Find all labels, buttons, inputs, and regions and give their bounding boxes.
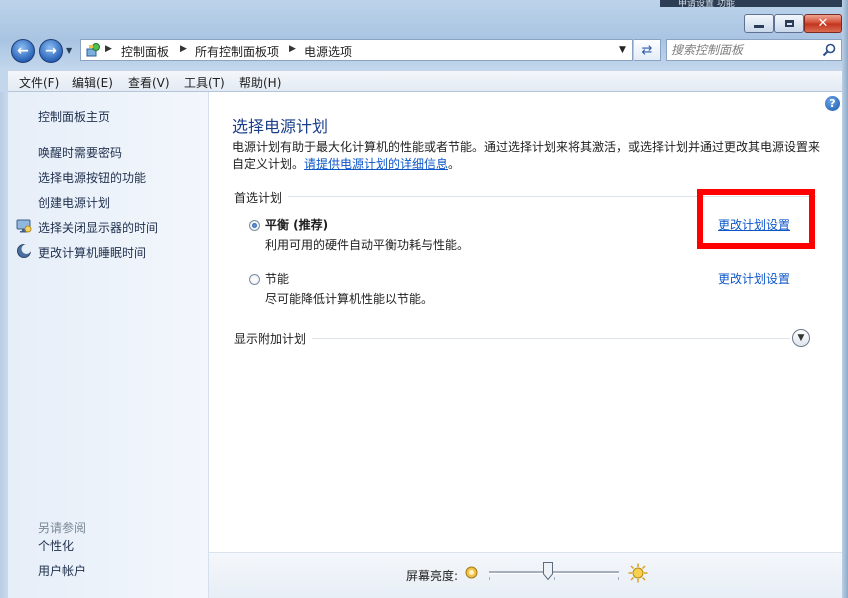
maximize-icon [784,20,794,27]
dim-sun-icon [465,566,478,579]
plan-power-saver-radio[interactable] [249,274,260,285]
page-title: 选择电源计划 [232,117,329,136]
plan-balanced-name[interactable]: 平衡 (推荐) [265,216,328,233]
minimize-button[interactable] [744,14,774,33]
sidebar-item-user-accounts[interactable]: 用户帐户 [38,562,86,579]
help-icon[interactable]: ? [825,96,840,111]
plan-power-saver-name[interactable]: 节能 [265,270,289,287]
recent-pages-dropdown[interactable]: ▼ [66,46,72,55]
expand-button[interactable]: ▼ [792,329,810,347]
control-panel-icon [86,43,100,57]
plan-balanced-desc: 利用可用的硬件自动平衡功耗与性能。 [265,238,470,252]
menu-file[interactable]: 文件(F) [19,74,59,91]
brightness-slider-track[interactable] [489,571,619,574]
brightness-bar: 屏幕亮度: [209,552,842,598]
maximize-button[interactable] [774,14,804,33]
preferred-plans-heading: 首选计划 [234,189,289,206]
sidebar-item-sleep-time[interactable]: 更改计算机睡眠时间 [38,244,146,261]
search-icon[interactable] [821,42,837,58]
refresh-button[interactable]: ⇄ [634,39,661,61]
refresh-icon: ⇄ [641,42,653,58]
forward-button[interactable]: → [39,39,63,63]
arrow-left-icon: ← [17,43,29,59]
see-also-heading: 另请参阅 [38,521,87,535]
menu-bar: 文件(F) 编辑(E) 查看(V) 工具(T) 帮助(H) [8,70,842,92]
search-box [666,39,842,61]
window-border-left [0,92,8,598]
brightness-label: 屏幕亮度: [406,569,459,583]
back-button[interactable]: ← [11,39,35,63]
monitor-icon [16,219,32,233]
plan-balanced-radio[interactable] [249,220,260,231]
section-divider [234,338,790,339]
menu-edit[interactable]: 编辑(E) [72,74,113,91]
plan-details-link[interactable]: 请提供电源计划的详细信息 [304,157,448,171]
search-input[interactable] [671,42,811,58]
additional-plans-heading[interactable]: 显示附加计划 [234,330,313,347]
moon-icon [17,244,32,258]
sidebar-item-personalization[interactable]: 个性化 [38,537,74,554]
plan-power-saver-settings-link[interactable]: 更改计划设置 [718,270,790,287]
plan-power-saver-desc: 尽可能降低计算机性能以节能。 [265,292,434,306]
sidebar-item-display-off-time[interactable]: 选择关闭显示器的时间 [38,219,158,236]
sidebar-item-wake-password[interactable]: 唤醒时需要密码 [38,144,122,161]
window-border-right [842,0,848,598]
close-icon: ✕ [817,16,829,31]
brightness-slider-thumb[interactable] [542,562,553,580]
minimize-icon [754,25,764,28]
menu-help[interactable]: 帮助(H) [239,74,281,91]
address-bar[interactable]: ▶ 控制面板 ▶ 所有控制面板项 ▶ 电源选项 ▼ [80,39,633,61]
arrow-right-icon: → [45,43,57,59]
sidebar-item-create-plan[interactable]: 创建电源计划 [38,194,110,211]
chevron-down-icon[interactable]: ▼ [619,45,626,55]
chevron-right-icon: ▶ [105,44,112,54]
page-description: 电源计划有助于最大化计算机的性能或者节能。通过选择计划来将其激活，或选择计划并通… [232,139,822,173]
breadcrumb-all-items[interactable]: 所有控制面板项 [195,43,279,60]
task-pane: 控制面板主页 唤醒时需要密码 选择电源按钮的功能 创建电源计划 选择关闭显示器的… [8,92,209,598]
chevron-right-icon[interactable]: ▶ [180,44,187,54]
breadcrumb-power-options[interactable]: 电源选项 [304,43,352,60]
chevron-down-icon: ▼ [797,333,805,343]
chevron-right-icon[interactable]: ▶ [289,44,296,54]
highlight-box [697,189,815,249]
menu-tools[interactable]: 工具(T) [184,74,225,91]
main-content: ? 选择电源计划 电源计划有助于最大化计算机的性能或者节能。通过选择计划来将其激… [209,92,842,552]
bright-sun-icon [628,563,648,583]
slider-tick [618,577,619,580]
menu-view[interactable]: 查看(V) [128,74,170,91]
close-button[interactable]: ✕ [804,14,842,33]
slider-tick [489,577,490,580]
sidebar-item-power-buttons[interactable]: 选择电源按钮的功能 [38,169,146,186]
sidebar-item-home[interactable]: 控制面板主页 [38,108,110,125]
description-end: 。 [448,157,461,171]
taskbar-strip-text: 申请设置 功能 [678,0,735,9]
slider-tick [554,577,555,580]
breadcrumb-control-panel[interactable]: 控制面板 [121,43,169,60]
